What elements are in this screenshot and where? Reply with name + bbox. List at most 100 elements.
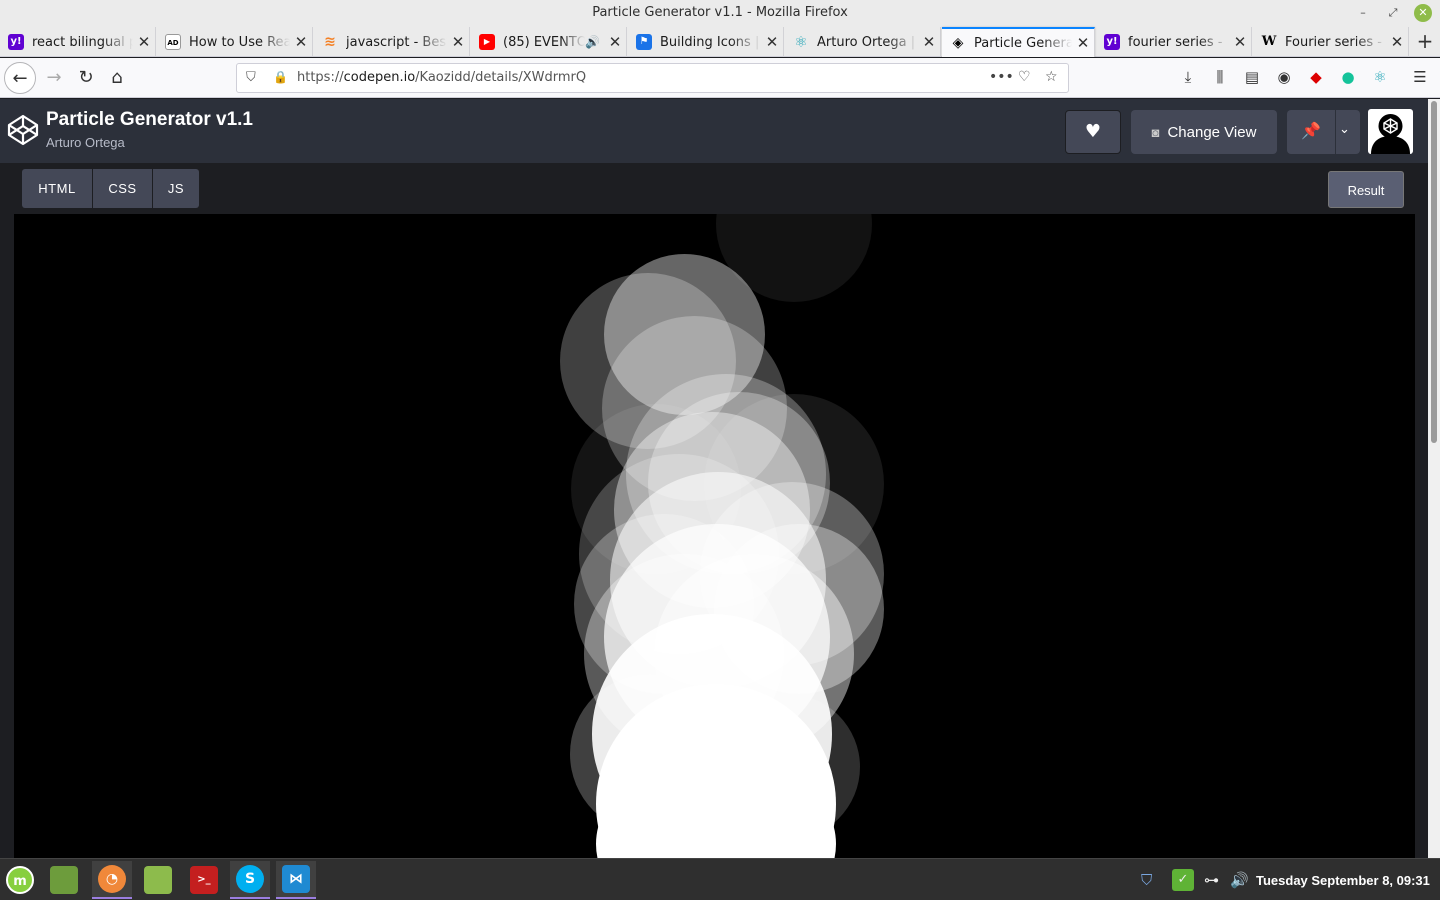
speaker-icon[interactable]: 🔊 — [585, 35, 600, 49]
tab-strip: y! react bilingual p ✕ AD How to Use Rea… — [0, 27, 1440, 57]
back-button[interactable]: ← — [4, 62, 36, 94]
browser-tab-active[interactable]: ◈ Particle Genera ✕ — [942, 27, 1095, 57]
account-icon[interactable]: ◉ — [1273, 68, 1295, 86]
window-title: Particle Generator v1.1 - Mozilla Firefo… — [592, 5, 848, 20]
tab-label: How to Use Rea — [189, 34, 290, 50]
codepen-icon: ◈ — [952, 35, 964, 51]
browser-tab[interactable]: AD How to Use Rea ✕ — [157, 27, 313, 57]
new-tab-button[interactable]: + — [1410, 27, 1440, 57]
result-button[interactable]: Result — [1328, 171, 1404, 208]
pin-icon: 📌 — [1301, 121, 1321, 140]
browser-tab[interactable]: ⚛ Arturo Ortega | ✕ — [785, 27, 941, 57]
grammarly-icon[interactable]: ● — [1337, 68, 1359, 86]
frame-border-left — [0, 164, 14, 858]
youtube-icon: ▶ — [479, 34, 495, 50]
flag-icon: ⚑ — [636, 34, 652, 50]
mint-menu-icon: m — [6, 866, 34, 894]
wikipedia-icon: W — [1261, 34, 1277, 49]
reader-sidebar-icon[interactable]: ▤ — [1241, 68, 1263, 86]
tab-label: react bilingual p — [32, 34, 133, 50]
codepen-logo-icon[interactable] — [6, 113, 40, 147]
tab-css[interactable]: CSS — [93, 169, 152, 208]
files-icon — [50, 866, 78, 894]
pen-author[interactable]: Arturo Ortega — [46, 135, 125, 150]
firefox-icon: ◔ — [98, 865, 126, 893]
pin-button[interactable]: 📌 ⌄ — [1287, 110, 1360, 154]
tab-js[interactable]: JS — [153, 169, 199, 208]
heart-button[interactable]: ♥ — [1065, 110, 1121, 154]
network-icon[interactable]: ⊶ — [1204, 871, 1219, 889]
menu-icon[interactable]: ☰ — [1409, 68, 1431, 86]
window-titlebar: Particle Generator v1.1 - Mozilla Firefo… — [0, 0, 1440, 27]
taskbar-files[interactable] — [44, 861, 84, 899]
taskbar-skype[interactable]: S — [230, 861, 270, 899]
stackoverflow-icon: ≋ — [324, 34, 336, 50]
downloads-icon[interactable]: ⤓ — [1177, 68, 1199, 86]
minimize-button[interactable]: – — [1354, 4, 1372, 22]
url-host: codepen.io — [343, 70, 416, 85]
mint-menu-button[interactable]: m — [0, 861, 40, 899]
url-path: /Kaozidd/details/XWdrmrQ — [415, 70, 587, 85]
change-view-icon: ◙ — [1151, 124, 1160, 140]
pdf-extension-icon[interactable]: ◆ — [1305, 68, 1327, 86]
chevron-down-icon[interactable]: ⌄ — [1339, 122, 1350, 137]
tab-label: Arturo Ortega | — [817, 34, 916, 50]
url-text[interactable]: https://codepen.io/Kaozidd/details/XWdrm… — [297, 70, 586, 85]
close-window-button[interactable]: ✕ — [1414, 4, 1432, 22]
terminal-icon: >_ — [190, 866, 218, 894]
tab-html[interactable]: HTML — [22, 169, 92, 208]
url-bar[interactable]: ⛉ 🔒 https://codepen.io/Kaozidd/details/X… — [236, 63, 1069, 93]
close-tab-icon[interactable]: ✕ — [1229, 33, 1251, 51]
close-tab-icon[interactable]: ✕ — [290, 33, 312, 51]
taskbar-terminal[interactable]: >_ — [184, 861, 224, 899]
browser-tab[interactable]: ⚑ Building Icons | ✕ — [628, 27, 784, 57]
close-tab-icon[interactable]: ✕ — [604, 33, 626, 51]
security-shield-icon[interactable]: ⛉ — [1141, 871, 1152, 889]
taskbar-folder[interactable] — [138, 861, 178, 899]
close-tab-icon[interactable]: ✕ — [133, 33, 155, 51]
browser-tab[interactable]: y! react bilingual p ✕ — [0, 27, 156, 57]
close-tab-icon[interactable]: ✕ — [1386, 33, 1408, 51]
scrollbar-thumb[interactable] — [1431, 101, 1437, 443]
page-actions-icon[interactable]: ••• — [989, 69, 1014, 85]
forward-button[interactable]: → — [38, 62, 70, 94]
navigation-toolbar: ← → ↻ ⌂ ⛉ 🔒 https://codepen.io/Kaozidd/d… — [0, 58, 1440, 98]
reload-button[interactable]: ↻ — [70, 62, 102, 94]
react-devtools-icon[interactable]: ⚛ — [1369, 68, 1391, 86]
close-tab-icon[interactable]: ✕ — [447, 33, 469, 51]
browser-tab[interactable]: y! fourier series - ✕ — [1096, 27, 1252, 57]
close-tab-icon[interactable]: ✕ — [918, 33, 940, 51]
clock[interactable]: Tuesday September 8, 09:31 — [1256, 873, 1430, 888]
close-tab-icon[interactable]: ✕ — [761, 33, 783, 51]
browser-tab[interactable]: W Fourier series - W ✕ — [1253, 27, 1409, 57]
home-button[interactable]: ⌂ — [101, 62, 133, 94]
pen-title: Particle Generator v1.1 — [46, 109, 253, 130]
maximize-button[interactable]: ⤢ — [1384, 4, 1402, 22]
browser-tab[interactable]: ▶ (85) EVENTO 🔊 ✕ — [471, 27, 627, 57]
folder-icon — [144, 866, 172, 894]
tab-label: Fourier series - W — [1285, 34, 1386, 50]
update-manager-icon[interactable]: ✓ — [1172, 869, 1194, 891]
volume-icon[interactable]: 🔊 — [1230, 871, 1249, 889]
taskbar-firefox[interactable]: ◔ — [92, 861, 132, 899]
library-icon[interactable]: ⫼ — [1209, 68, 1231, 86]
bookmark-star-icon[interactable]: ☆ — [1045, 69, 1058, 85]
change-view-button[interactable]: ◙ Change View — [1131, 110, 1277, 154]
lock-icon[interactable]: 🔒 — [273, 70, 288, 84]
result-canvas[interactable] — [14, 214, 1415, 858]
skype-icon: S — [236, 865, 264, 893]
avatar[interactable] — [1368, 109, 1413, 154]
page-scrollbar[interactable] — [1428, 99, 1440, 858]
yahoo-icon: y! — [8, 34, 24, 50]
browser-tab[interactable]: ≋ javascript - Best ✕ — [314, 27, 470, 57]
tracking-shield-icon[interactable]: ⛉ — [246, 70, 256, 85]
close-tab-icon[interactable]: ✕ — [1072, 34, 1094, 52]
tab-label: fourier series - — [1128, 34, 1223, 50]
pocket-icon[interactable]: ♡ — [1018, 69, 1031, 85]
divider — [1335, 110, 1336, 154]
tab-label: (85) EVENTO — [503, 34, 586, 50]
url-prefix: https:// — [297, 70, 344, 85]
tab-label: javascript - Best — [346, 34, 447, 50]
yahoo-icon: y! — [1104, 34, 1120, 50]
taskbar-vscode[interactable]: ⋈ — [276, 861, 316, 899]
